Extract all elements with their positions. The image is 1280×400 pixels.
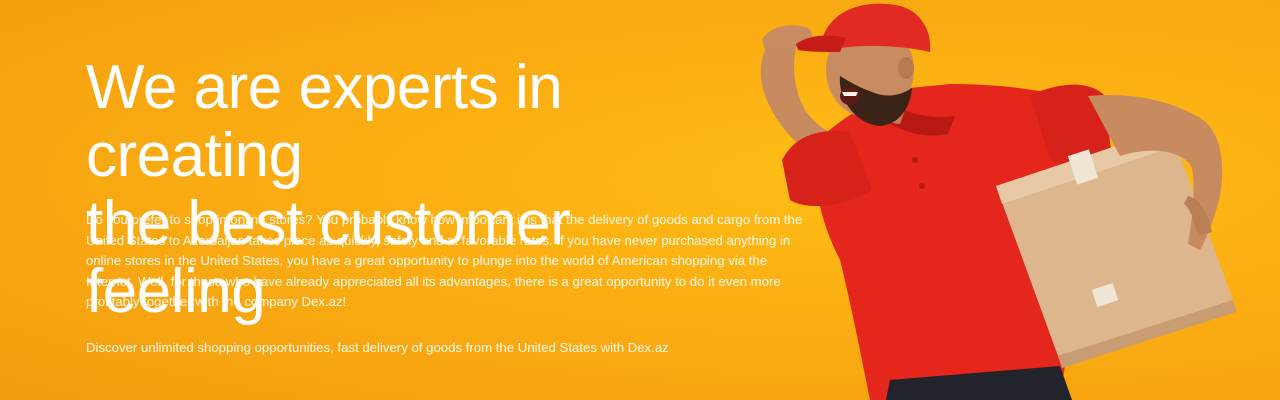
courier-with-box-image — [760, 3, 1236, 400]
hero-banner: We are experts in creating the best cust… — [0, 0, 1280, 400]
hero-headline-line-1: We are experts in creating — [86, 53, 563, 190]
